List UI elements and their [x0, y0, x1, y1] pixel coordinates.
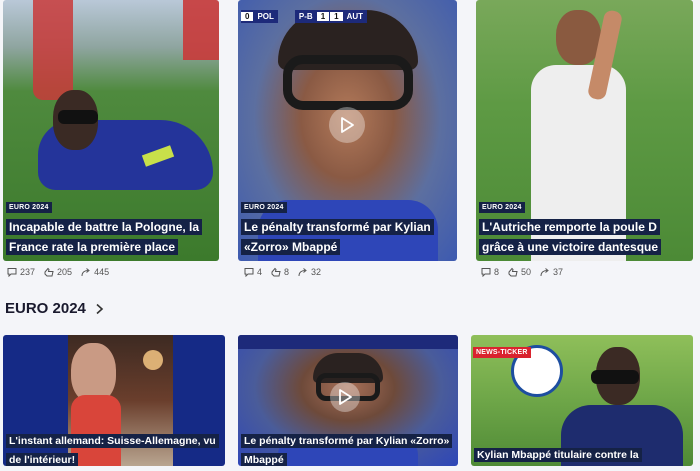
article-card-5[interactable]: Le pénalty transformé par Kylian «Zorro»… — [238, 335, 458, 466]
article-card-1[interactable]: EURO 2024 Incapable de battre la Pologne… — [3, 0, 219, 261]
likes-count[interactable]: 205 — [44, 267, 72, 277]
comment-icon — [7, 268, 17, 277]
section-title: EURO 2024 — [5, 300, 86, 317]
comments-count[interactable]: 8 — [481, 267, 499, 277]
article-card-4[interactable]: L'instant allemand: Suisse-Allemagne, vu… — [3, 335, 225, 466]
shares-count[interactable]: 445 — [81, 267, 109, 277]
article-title[interactable]: L'Autriche remporte la poule D grâce à u… — [479, 219, 662, 255]
comment-icon — [244, 268, 254, 277]
chevron-right-icon — [96, 303, 104, 314]
comment-icon — [481, 268, 491, 277]
share-icon — [540, 268, 549, 277]
play-icon — [341, 117, 354, 133]
like-icon — [508, 267, 518, 277]
category-tag: EURO 2024 — [479, 202, 525, 213]
article-stats-1: 237 205 445 — [7, 267, 109, 277]
article-stats-2: 4 8 32 — [244, 267, 321, 277]
likes-value: 205 — [57, 267, 73, 277]
play-button[interactable] — [330, 382, 360, 412]
shares-count[interactable]: 37 — [540, 267, 563, 277]
likes-count[interactable]: 50 — [508, 267, 531, 277]
category-tag: EURO 2024 — [241, 202, 287, 213]
article-stats-3: 8 50 37 — [481, 267, 563, 277]
article-title[interactable]: Le pénalty transformé par Kylian «Zorro»… — [241, 219, 434, 255]
comments-count[interactable]: 237 — [7, 267, 35, 277]
article-title[interactable]: Kylian Mbappé titulaire contre la Pologn… — [474, 448, 642, 466]
shares-value: 445 — [94, 267, 110, 277]
shares-count[interactable]: 32 — [298, 267, 321, 277]
away-team: AUT — [346, 12, 364, 21]
scoreboard: 0 POL P-B 1 1 AUT — [241, 10, 368, 23]
likes-count[interactable]: 8 — [271, 267, 289, 277]
shares-value: 32 — [311, 267, 322, 277]
likes-value: 8 — [284, 267, 290, 277]
article-title[interactable]: Incapable de battre la Pologne, la Franc… — [6, 219, 203, 255]
penalty-label: P-B — [298, 12, 313, 21]
like-icon — [44, 267, 54, 277]
news-ticker-tag: NEWS-TICKER — [473, 347, 531, 358]
article-card-2[interactable]: 0 POL P-B 1 1 AUT EURO 2024 Le pénalty t… — [238, 0, 457, 261]
article-title[interactable]: Le pénalty transformé par Kylian «Zorro»… — [241, 434, 453, 466]
comments-value: 237 — [20, 267, 36, 277]
section-header[interactable]: EURO 2024 — [5, 300, 104, 317]
shares-value: 37 — [553, 267, 564, 277]
likes-value: 50 — [521, 267, 532, 277]
comments-count[interactable]: 4 — [244, 267, 262, 277]
score-b: 1 — [330, 12, 343, 21]
article-card-3[interactable]: EURO 2024 L'Autriche remporte la poule D… — [476, 0, 693, 261]
article-title[interactable]: L'instant allemand: Suisse-Allemagne, vu… — [6, 434, 219, 466]
score-a: 1 — [316, 12, 330, 21]
comments-value: 4 — [257, 267, 263, 277]
like-icon — [271, 267, 281, 277]
share-icon — [298, 268, 307, 277]
home-team: POL — [257, 12, 274, 21]
home-score: 0 — [241, 12, 254, 21]
category-tag: EURO 2024 — [6, 202, 52, 213]
play-button[interactable] — [329, 107, 365, 143]
article-card-6[interactable]: NEWS-TICKER Kylian Mbappé titulaire cont… — [471, 335, 693, 466]
play-icon — [339, 389, 352, 405]
share-icon — [81, 268, 90, 277]
comments-value: 8 — [494, 267, 500, 277]
